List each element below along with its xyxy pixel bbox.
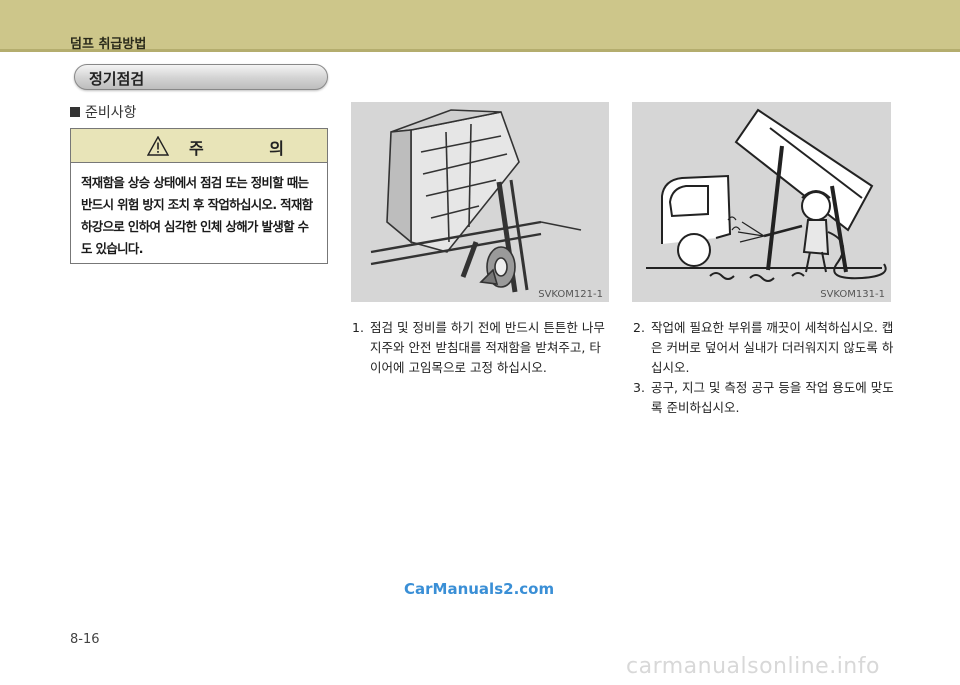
figure-washing-truck: SVKOM131-1 (632, 102, 891, 302)
section-title-pill: 정기점검 (74, 64, 328, 90)
step-item: 2. 작업에 필요한 부위를 깨끗이 세척하십시오. 캡은 커버로 덮어서 실내… (633, 318, 895, 378)
chapter-title: 덤프 취급방법 (70, 37, 147, 52)
step-number: 3. (633, 380, 645, 395)
subheading: 준비사항 (70, 102, 137, 122)
figure-code: SVKOM121-1 (538, 289, 603, 300)
step-text: 작업에 필요한 부위를 깨끗이 세척하십시오. 캡은 커버로 덮어서 실내가 더… (651, 320, 894, 375)
caution-header: 주 의 (71, 129, 327, 163)
step-text: 점검 및 정비를 하기 전에 반드시 튼튼한 나무지주와 안전 받침대를 적재함… (370, 320, 605, 375)
caution-box: 주 의 적재함을 상승 상태에서 점검 또는 정비할 때는 반드시 위험 방지 … (70, 128, 328, 264)
step-number: 2. (633, 320, 645, 335)
figure-code: SVKOM131-1 (820, 289, 885, 300)
step-item: 3. 공구, 지그 및 측정 공구 등을 작업 용도에 맞도록 준비하십시오. (633, 378, 895, 418)
subheading-text: 준비사항 (85, 105, 137, 121)
square-bullet-icon (70, 107, 80, 117)
step-number: 1. (352, 320, 364, 335)
step-list-left: 1. 점검 및 정비를 하기 전에 반드시 튼튼한 나무지주와 안전 받침대를 … (352, 318, 610, 378)
step-text: 공구, 지그 및 측정 공구 등을 작업 용도에 맞도록 준비하십시오. (651, 380, 894, 415)
step-list-right: 2. 작업에 필요한 부위를 깨끗이 세척하십시오. 캡은 커버로 덮어서 실내… (633, 318, 895, 418)
caution-body: 적재함을 상승 상태에서 점검 또는 정비할 때는 반드시 위험 방지 조치 후… (81, 175, 313, 256)
watermark-link[interactable]: CarManuals2.com (404, 580, 554, 598)
chapter-header-bar: 덤프 취급방법 (0, 0, 960, 52)
raised-dump-body-propped-illustration (370, 109, 582, 293)
footer-site-watermark: carmanualsonline.info (626, 654, 880, 679)
warning-triangle-icon (147, 136, 169, 156)
page-number: 8-16 (70, 632, 100, 647)
caution-title: 주 의 (189, 139, 315, 158)
section-title: 정기점검 (89, 70, 145, 88)
step-item: 1. 점검 및 정비를 하기 전에 반드시 튼튼한 나무지주와 안전 받침대를 … (352, 318, 610, 378)
figure-raised-dump-body: SVKOM121-1 (351, 102, 609, 302)
worker-washing-dump-truck-illustration (646, 108, 887, 282)
